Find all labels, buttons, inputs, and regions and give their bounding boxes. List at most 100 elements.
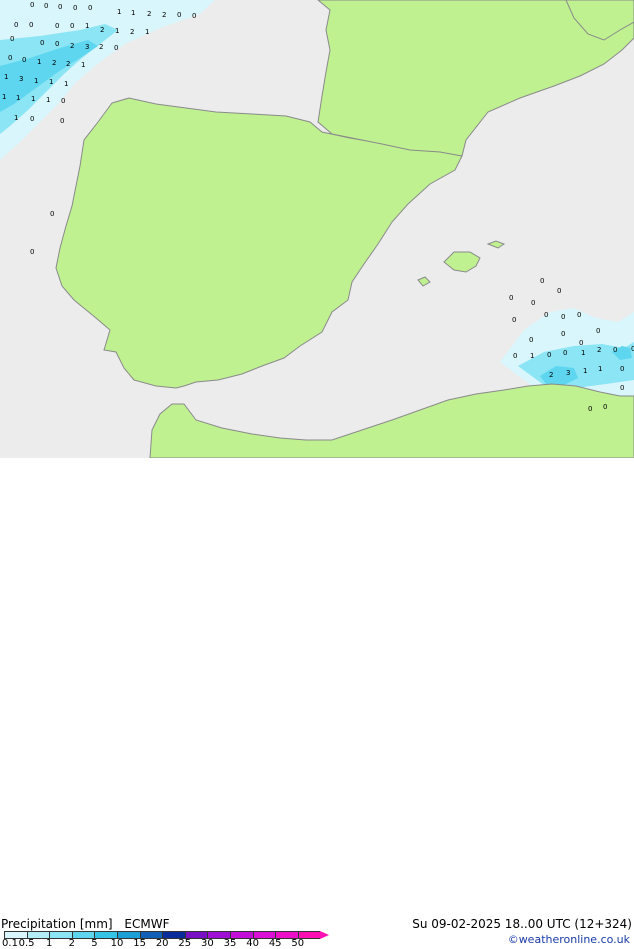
precip-value-label: 0: [114, 44, 118, 52]
precip-value-label: 0: [192, 12, 196, 20]
precip-value-label: 1: [145, 28, 149, 36]
precip-value-label: 0: [588, 405, 592, 413]
precip-value-label: 1: [46, 96, 50, 104]
color-swatch: [4, 931, 27, 939]
color-swatch: [184, 931, 208, 939]
color-swatch: [116, 931, 140, 939]
precip-value-label: 0: [529, 336, 533, 344]
color-swatch: [297, 931, 321, 939]
precip-value-label: 0: [55, 22, 59, 30]
color-swatch: [139, 931, 163, 939]
precip-value-label: 1: [16, 94, 20, 102]
precip-value-label: 1: [49, 78, 53, 86]
precip-value-label: 2: [100, 26, 104, 34]
scale-tick-label: 5: [91, 938, 98, 949]
precip-value-label: 2: [66, 60, 70, 68]
precip-value-label: 1: [131, 9, 135, 17]
precip-value-label: 1: [31, 95, 35, 103]
precip-value-label: 1: [85, 22, 89, 30]
precip-value-label: 0: [61, 97, 65, 105]
precip-value-label: 1: [581, 349, 585, 357]
precip-value-label: 2: [147, 10, 151, 18]
scale-tick-label: 1: [46, 938, 53, 949]
scale-tick-label: 25: [178, 938, 192, 949]
precip-value-label: 0: [557, 287, 561, 295]
precip-value-label: 1: [64, 80, 68, 88]
precip-value-label: 1: [2, 93, 6, 101]
precip-value-label: 1: [4, 73, 8, 81]
precip-value-label: 0: [30, 248, 34, 256]
scale-tick-label: 40: [246, 938, 259, 949]
precip-value-label: 0: [613, 346, 617, 354]
precip-value-label: 0: [579, 339, 583, 347]
precip-value-label: 0: [29, 21, 33, 29]
precip-value-label: 0: [70, 22, 74, 30]
precip-value-label: 2: [99, 43, 103, 51]
precip-value-label: 0: [561, 313, 565, 321]
precip-value-label: 1: [115, 27, 119, 35]
color-scale-ticks: 0.1 0.5 1 2 5 10 15 20 25 30 35 40 45 50: [0, 939, 634, 949]
color-swatch: [275, 931, 298, 939]
precip-value-label: 0: [547, 351, 551, 359]
precip-value-label: 0: [10, 35, 14, 43]
scale-tick-label: 0.5: [18, 938, 35, 949]
precipitation-map: 0 0 0 0 0 1 1 2 2 0 0 0 0 0 0 1 2 1 2 1 0 0 0 2 3 2 0 0 0 1 2 2 1 1 3 1 1 1 1 1…: [0, 0, 634, 458]
scale-tick-label: 0.1: [2, 938, 18, 949]
precip-value-label: 0: [14, 21, 18, 29]
precip-value-label: 1: [530, 352, 534, 360]
scale-tick-label: 10: [110, 938, 124, 949]
precip-value-label: 0: [509, 294, 513, 302]
legend-title: Precipitation [mm] ECMWF: [1, 917, 169, 931]
legend-bar: Precipitation [mm] ECMWF Su 09-02-2025 1…: [0, 458, 634, 949]
precip-value-label: 0: [563, 349, 567, 357]
color-swatch: [71, 931, 95, 939]
precip-value-label: 0: [620, 384, 624, 392]
scale-tick-label: 45: [268, 938, 282, 949]
precip-value-label: 3: [85, 43, 89, 51]
precip-value-label: 1: [14, 114, 18, 122]
color-swatch: [207, 931, 230, 939]
precip-value-label: 0: [531, 299, 535, 307]
scale-tick-label: 50: [291, 938, 305, 949]
precip-value-label: 0: [22, 56, 26, 64]
precip-value-label: 0: [513, 352, 517, 360]
precip-value-label: 2: [52, 59, 56, 67]
precip-value-label: 0: [50, 210, 54, 218]
precip-value-label: 1: [598, 365, 602, 373]
precip-value-label: 1: [34, 77, 38, 85]
color-swatch: [26, 931, 50, 939]
precip-value-label: 1: [37, 58, 41, 66]
precip-value-label: 3: [19, 75, 23, 83]
scale-tick-label: 15: [133, 938, 146, 949]
precip-value-label: 0: [603, 403, 607, 411]
scale-tick-label: 2: [68, 938, 75, 949]
precip-value-label: 0: [544, 311, 548, 319]
precip-value-label: 0: [620, 365, 624, 373]
color-swatch: [94, 931, 117, 939]
precip-value-label: 1: [81, 61, 85, 69]
precip-value-label: 0: [55, 40, 59, 48]
precip-value-label: 0: [73, 4, 77, 12]
precipitation-title: Precipitation [mm]: [1, 917, 113, 931]
precip-value-label: 0: [44, 2, 48, 10]
precip-value-label: 0: [177, 11, 181, 19]
precip-value-label: 2: [162, 11, 166, 19]
color-scale: [4, 931, 330, 939]
precip-value-label: 2: [130, 28, 134, 36]
precip-value-label: 0: [596, 327, 600, 335]
precip-value-label: 0: [60, 117, 64, 125]
scale-tick-label: 20: [155, 938, 169, 949]
precip-value-label: 0: [561, 330, 565, 338]
color-swatch: [252, 931, 276, 939]
color-swatch: [229, 931, 253, 939]
precip-value-label: 2: [70, 42, 74, 50]
scale-tick-label: 35: [223, 938, 237, 949]
precip-value-label: 0: [30, 115, 34, 123]
precip-value-label: 0: [8, 54, 12, 62]
model-name: ECMWF: [124, 917, 170, 931]
precip-value-label: 0: [30, 1, 34, 9]
precip-value-label: 0: [40, 39, 44, 47]
precip-value-label: 1: [117, 8, 121, 16]
precip-value-label: 0: [540, 277, 544, 285]
scale-tick-label: 30: [201, 938, 214, 949]
